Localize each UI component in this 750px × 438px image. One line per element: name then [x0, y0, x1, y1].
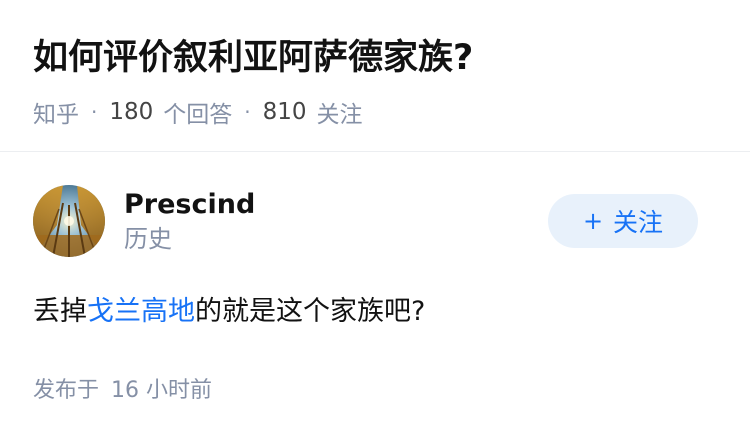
author-name[interactable]: Prescind	[124, 187, 255, 223]
answer-content: 丢掉戈兰高地的就是这个家族吧?	[33, 292, 723, 332]
answer-count: 180	[109, 99, 154, 125]
separator-dot: ·	[244, 100, 251, 124]
separator-dot: ·	[91, 100, 98, 124]
answer-text-before: 丢掉	[33, 296, 87, 327]
publish-info: 发布于 16 小时前	[33, 372, 212, 404]
answer-count-label: 个回答	[163, 102, 233, 128]
answer-text-after: 的就是这个家族吧?	[195, 296, 426, 327]
follower-count-label: 关注	[316, 102, 363, 128]
avatar[interactable]	[33, 185, 105, 257]
follow-button-label: 关注	[613, 208, 664, 237]
publish-time: 16 小时前	[111, 378, 213, 403]
source-label[interactable]: 知乎	[33, 95, 79, 129]
follow-button[interactable]: + 关注	[548, 194, 698, 248]
autumn-forest-avatar-icon	[33, 185, 105, 257]
plus-icon: +	[582, 207, 604, 235]
question-header: 如何评价叙利亚阿萨德家族? 知乎 · 180 个回答 · 810 关注	[33, 34, 723, 128]
topic-link[interactable]: 戈兰高地	[87, 296, 195, 327]
question-title[interactable]: 如何评价叙利亚阿萨德家族?	[33, 34, 723, 82]
publish-label: 发布于	[33, 378, 100, 403]
answer-card: Prescind 历史 + 关注 丢掉戈兰高地的就是这个家族吧?	[33, 184, 723, 332]
author-bio: 历史	[124, 225, 172, 253]
author-row: Prescind 历史 + 关注	[33, 184, 723, 258]
follower-count: 810	[262, 99, 307, 125]
question-meta: 知乎 · 180 个回答 · 810 关注	[33, 96, 723, 128]
author-info: Prescind 历史	[124, 187, 255, 255]
section-divider	[0, 151, 750, 152]
